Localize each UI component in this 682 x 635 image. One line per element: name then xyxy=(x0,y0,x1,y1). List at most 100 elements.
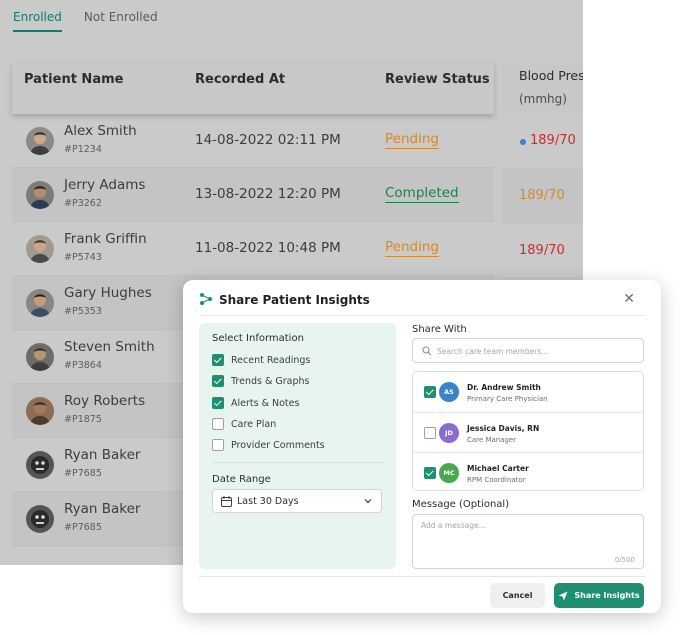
bp-header-title[interactable]: Blood Pres xyxy=(519,68,583,83)
tab-enrolled[interactable]: Enrolled xyxy=(13,10,62,32)
avatar xyxy=(26,505,54,533)
bp-cell: 189/70 xyxy=(502,224,583,279)
patient-name[interactable]: Frank Griffin xyxy=(64,231,147,247)
patient-id: #P1875 xyxy=(64,414,102,425)
send-icon xyxy=(558,591,568,600)
blood-pressure-column: Blood Pres (mmhg) 189/70 189/70 189/70 xyxy=(502,62,583,279)
modal-title: Share Patient Insights xyxy=(219,293,370,307)
avatar: AS xyxy=(439,382,459,402)
checkbox[interactable] xyxy=(212,354,224,366)
bp-cell: 189/70 xyxy=(502,114,583,169)
message-input[interactable] xyxy=(421,521,635,553)
avatar xyxy=(26,397,54,425)
member-michael-carter[interactable]: MC Michael Carter RPM Coordinator xyxy=(413,452,643,492)
patient-id: #P3864 xyxy=(64,360,102,371)
patient-name[interactable]: Ryan Baker xyxy=(64,501,140,517)
member-jessica-davis[interactable]: JD Jessica Davis, RN Care Manager xyxy=(413,412,643,452)
close-icon[interactable]: ✕ xyxy=(623,291,635,307)
table-header: Patient Name Recorded At Review Status xyxy=(12,62,494,114)
member-name: Michael Carter xyxy=(467,464,529,473)
option-provider-comments[interactable]: Provider Comments xyxy=(212,439,325,451)
care-team-list: AS Dr. Andrew Smith Primary Care Physici… xyxy=(412,371,644,491)
header-patient-name[interactable]: Patient Name xyxy=(24,72,123,87)
option-label: Alerts & Notes xyxy=(231,397,300,409)
date-range-label: Date Range xyxy=(212,474,271,485)
cancel-button[interactable]: Cancel xyxy=(490,583,545,608)
patient-name[interactable]: Steven Smith xyxy=(64,339,155,355)
option-label: Provider Comments xyxy=(231,439,325,451)
table-row[interactable]: Frank Griffin #P5743 11-08-2022 10:48 PM… xyxy=(12,222,494,276)
patient-id: #P5743 xyxy=(64,252,102,263)
checkbox[interactable] xyxy=(424,386,436,398)
patient-name[interactable]: Jerry Adams xyxy=(64,177,145,193)
table-row[interactable]: Jerry Adams #P3262 13-08-2022 12:20 PM C… xyxy=(12,168,494,222)
status-badge[interactable]: Pending xyxy=(385,239,439,257)
patient-id: #P3262 xyxy=(64,198,102,209)
member-role: Primary Care Physician xyxy=(467,395,548,403)
bp-value: 189/70 xyxy=(530,133,576,148)
date-range-select[interactable]: Last 30 Days xyxy=(212,489,382,513)
option-label: Care Plan xyxy=(231,418,277,430)
option-recent-readings[interactable]: Recent Readings xyxy=(212,354,310,366)
app-stage: Enrolled Not Enrolled Patient Name Recor… xyxy=(0,0,682,635)
calendar-icon xyxy=(221,496,232,507)
tab-not-enrolled[interactable]: Not Enrolled xyxy=(84,10,158,32)
status-badge[interactable]: Pending xyxy=(385,131,439,149)
avatar: JD xyxy=(439,423,459,443)
patient-id: #P7685 xyxy=(64,522,102,533)
search-icon xyxy=(422,346,432,356)
character-count: 0/500 xyxy=(614,556,635,564)
checkbox[interactable] xyxy=(212,375,224,387)
header-recorded-at[interactable]: Recorded At xyxy=(195,72,285,87)
bp-value: 189/70 xyxy=(519,188,565,203)
select-information-label: Select Information xyxy=(212,333,304,344)
checkbox[interactable] xyxy=(212,397,224,409)
checkbox[interactable] xyxy=(212,418,224,430)
option-trends-graphs[interactable]: Trends & Graphs xyxy=(212,375,310,387)
patient-name[interactable]: Gary Hughes xyxy=(64,285,152,301)
recorded-at: 13-08-2022 12:20 PM xyxy=(195,186,341,202)
table-row[interactable]: Alex Smith #P1234 14-08-2022 02:11 PM Pe… xyxy=(12,114,494,168)
checkbox[interactable] xyxy=(212,439,224,451)
status-badge[interactable]: Completed xyxy=(385,185,459,203)
share-insights-modal: Share Patient Insights ✕ Select Informat… xyxy=(183,280,661,613)
option-alerts-notes[interactable]: Alerts & Notes xyxy=(212,397,299,409)
divider xyxy=(212,462,383,463)
member-role: RPM Coordinator xyxy=(467,476,526,484)
member-name: Dr. Andrew Smith xyxy=(467,383,541,392)
divider xyxy=(199,315,645,316)
header-review-status[interactable]: Review Status xyxy=(385,72,490,87)
option-care-plan[interactable]: Care Plan xyxy=(212,418,276,430)
member-name: Jessica Davis, RN xyxy=(467,424,540,433)
avatar xyxy=(26,235,54,263)
member-role: Care Manager xyxy=(467,436,517,444)
bp-header: Blood Pres (mmhg) xyxy=(502,62,583,114)
recorded-at: 11-08-2022 10:48 PM xyxy=(195,240,341,256)
message-label: Message (Optional) xyxy=(412,499,510,510)
patient-id: #P1234 xyxy=(64,144,102,155)
bp-cell: 189/70 xyxy=(502,169,583,224)
chevron-down-icon xyxy=(364,499,372,504)
patient-name[interactable]: Roy Roberts xyxy=(64,393,145,409)
checkbox[interactable] xyxy=(424,427,436,439)
avatar xyxy=(26,181,54,209)
avatar xyxy=(26,127,54,155)
option-label: Recent Readings xyxy=(231,354,311,366)
patient-name[interactable]: Ryan Baker xyxy=(64,447,140,463)
patient-name[interactable]: Alex Smith xyxy=(64,123,137,139)
avatar xyxy=(26,451,54,479)
message-box: 0/500 xyxy=(412,514,644,569)
avatar: MC xyxy=(439,463,459,483)
share-insights-button[interactable]: Share Insights xyxy=(554,583,644,608)
search-box xyxy=(412,338,644,363)
avatar xyxy=(26,343,54,371)
member-andrew-smith[interactable]: AS Dr. Andrew Smith Primary Care Physici… xyxy=(413,372,643,412)
search-input[interactable] xyxy=(437,344,637,358)
avatar xyxy=(26,289,54,317)
checkbox[interactable] xyxy=(424,467,436,479)
patient-id: #P7685 xyxy=(64,468,102,479)
share-nodes-icon xyxy=(200,293,212,305)
enrollment-tabs: Enrolled Not Enrolled xyxy=(13,10,158,32)
bp-status-dot xyxy=(520,139,526,145)
select-information-panel: Select Information Recent Readings Trend… xyxy=(199,323,396,569)
